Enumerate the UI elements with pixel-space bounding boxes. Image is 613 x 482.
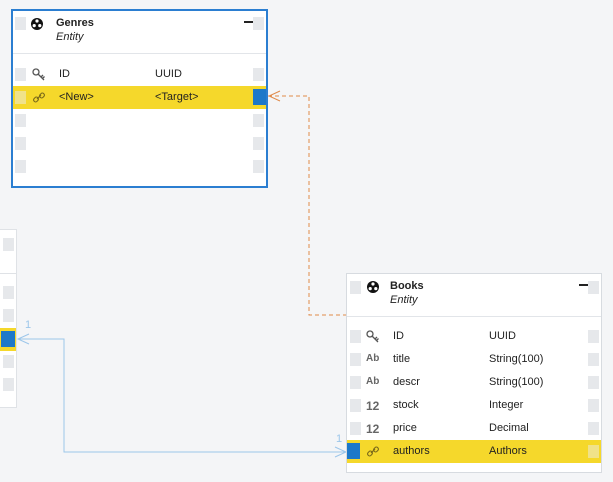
attribute-row-descr[interactable]: Ab descr String(100) [347,371,601,394]
row-handle [588,281,599,294]
entity-header[interactable]: Books Entity [347,274,601,317]
attribute-name: authors [393,445,430,457]
offscreen-highlight-row[interactable] [0,328,16,351]
offscreen-entity-body[interactable] [0,273,17,408]
attribute-type: Decimal [489,422,529,434]
row-handle [588,330,599,343]
entity-genres[interactable]: Genres Entity ID UUID <New> <Target> [11,9,268,188]
row-handle [15,160,26,173]
row-handle [253,137,264,150]
attribute-row-id[interactable]: ID UUID [13,63,266,86]
row-handle [588,376,599,389]
solid-association-line[interactable] [18,338,346,453]
attribute-row-new[interactable]: <New> <Target> [13,86,266,109]
link-icon [33,92,45,103]
link-icon [367,446,379,457]
attribute-row-price[interactable]: 12 price Decimal [347,417,601,440]
row-handle [350,376,361,389]
row-handle [253,17,264,30]
row-handle [15,91,26,104]
row-handle [3,238,14,251]
row-handle [253,68,264,81]
attribute-row-id[interactable]: ID UUID [347,325,601,348]
port-handle[interactable] [253,89,266,105]
attribute-type: UUID [155,68,182,80]
attribute-name: ID [59,68,70,80]
row-handle [15,17,26,30]
row-handle [15,68,26,81]
text-type-icon: Ab [366,376,380,387]
row-handle [3,378,14,391]
attribute-name: stock [393,399,419,411]
port-handle[interactable] [347,443,360,459]
attribute-type: Integer [489,399,524,411]
entity-title: Genres [56,17,94,29]
number-type-icon: 12 [366,399,380,413]
row-handle [350,399,361,412]
attribute-row-title[interactable]: Ab title String(100) [347,348,601,371]
row-handle [3,286,14,299]
attribute-type: <Target> [155,91,199,103]
text-type-icon: Ab [366,353,380,364]
attribute-type: String(100) [489,376,544,388]
row-handle [3,355,14,368]
attribute-row-stock[interactable]: 12 stock Integer [347,394,601,417]
attribute-type: Authors [489,445,527,457]
row-handle [15,137,26,150]
attribute-name: price [393,422,417,434]
attribute-name: descr [393,376,420,388]
number-type-icon: 12 [366,422,380,436]
cardinality-left: 1 [25,319,31,331]
entity-subtitle: Entity [390,294,418,306]
attribute-row-authors[interactable]: authors Authors [347,440,601,463]
entity-icon [31,18,43,30]
entity-title: Books [390,280,424,292]
offscreen-entity-top[interactable] [0,229,17,274]
attribute-name: ID [393,330,404,342]
port-handle[interactable] [1,331,15,347]
row-handle [350,330,361,343]
entity-subtitle: Entity [56,31,84,43]
cardinality-right: 1 [336,433,342,445]
attribute-name: title [393,353,411,365]
row-handle [3,309,14,322]
attribute-type: String(100) [489,353,544,365]
row-handle [350,353,361,366]
row-handle [588,399,599,412]
key-icon [366,330,379,343]
key-icon [32,68,45,81]
attribute-type: UUID [489,330,516,342]
entity-header[interactable]: Genres Entity [13,11,266,54]
row-handle [253,160,264,173]
row-handle [588,422,599,435]
row-handle [588,353,599,366]
row-handle [350,281,361,294]
row-handle [588,445,599,458]
entity-icon [367,281,379,293]
attribute-name: <New> [59,91,94,103]
row-handle [350,422,361,435]
row-handle [253,114,264,127]
entity-books[interactable]: Books Entity ID UUID Ab title String(100… [346,273,602,473]
row-handle [15,114,26,127]
